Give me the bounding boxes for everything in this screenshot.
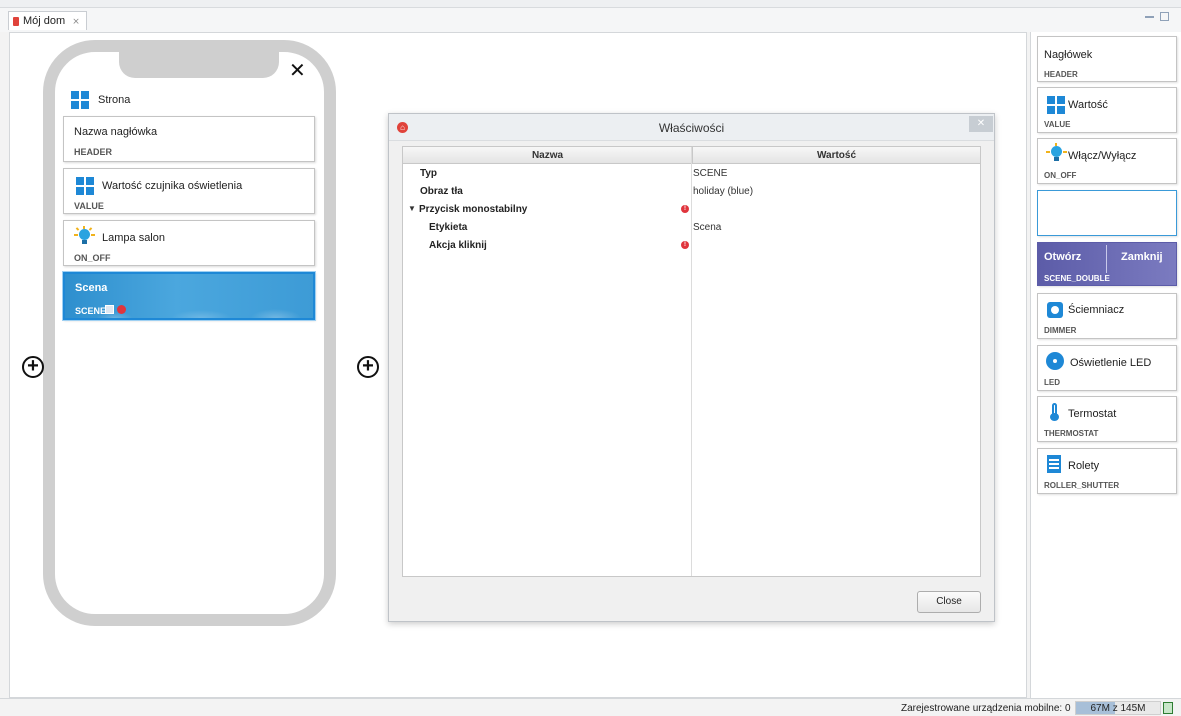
palette-item-value[interactable]: Wartość VALUE	[1037, 87, 1177, 133]
column-header-value[interactable]: Wartość	[692, 147, 980, 164]
memory-text: 67M z 145M	[1090, 703, 1146, 714]
status-bar: Zarejestrowane urządzenia mobilne: 0 67M…	[0, 698, 1181, 716]
palette-item-type: VALUE	[1044, 120, 1071, 129]
editor-tab[interactable]: Mój dom ⨯	[8, 11, 87, 30]
palette-item-title-right: Zamknij	[1121, 251, 1163, 263]
led-icon	[1046, 352, 1064, 370]
tiles-icon	[1047, 96, 1065, 114]
add-left-icon[interactable]: +	[22, 356, 44, 378]
thermometer-icon	[1050, 403, 1059, 421]
dialog-close-icon[interactable]: ✕	[969, 116, 993, 132]
error-icon: !	[681, 205, 689, 213]
widget-title: Wartość czujnika oświetlenia	[102, 180, 243, 192]
dialog-title: Właściwości	[658, 121, 725, 135]
palette-item-type: ROLLER_SHUTTER	[1044, 481, 1120, 490]
property-name: Typ	[420, 168, 438, 179]
palette-item-type: LED	[1044, 378, 1060, 387]
close-button[interactable]: Close	[917, 591, 981, 613]
palette-item-scene[interactable]: Scena SCENE	[1037, 190, 1177, 236]
phone-widget-header[interactable]: Nazwa nagłówka HEADER	[63, 116, 315, 162]
bulb-icon	[74, 226, 95, 246]
properties-dialog: ⌂ Właściwości ✕ Nazwa Wartość Typ SCENE …	[388, 113, 995, 622]
column-header-name[interactable]: Nazwa	[403, 147, 692, 164]
palette-item-title-left: Otwórz	[1044, 251, 1082, 263]
property-row[interactable]: ▼ Przycisk monostabilny !	[403, 201, 980, 219]
phone-mockup: ✕ Strona Nazwa nagłówka HEADER Wartość c…	[43, 40, 336, 626]
property-name: Obraz tła	[420, 186, 463, 197]
palette-item-type: THERMOSTAT	[1044, 429, 1099, 438]
error-icon: !	[681, 241, 689, 249]
palette-item-title: Wartość	[1068, 99, 1108, 111]
palette-item-led[interactable]: Oświetlenie LED LED	[1037, 345, 1177, 391]
palette-item-title: Włącz/Wyłącz	[1068, 150, 1137, 162]
palette-item-title: Scena	[1044, 199, 1077, 211]
palette-item-title: Nagłówek	[1044, 49, 1093, 61]
dialog-title-bar[interactable]: ⌂ Właściwości ✕	[389, 114, 994, 141]
widget-type: ON_OFF	[74, 253, 111, 263]
phone-file-icon	[13, 16, 19, 26]
roller-shutter-icon	[1047, 455, 1061, 473]
palette-item-type: ON_OFF	[1044, 171, 1077, 180]
window-controls	[1145, 12, 1169, 21]
widget-type: SCENE	[75, 306, 107, 316]
palette-item-dimmer[interactable]: Ściemniacz DIMMER	[1037, 293, 1177, 339]
tiles-icon	[71, 91, 89, 109]
widget-palette: Nagłówek HEADER Wartość VALUE Włącz/Wyłą…	[1030, 32, 1181, 698]
palette-item-title: Oświetlenie LED	[1070, 357, 1152, 369]
editor-tab-strip: Mój dom ⨯	[0, 0, 1181, 32]
phone-notch	[119, 50, 279, 78]
palette-item-header[interactable]: Nagłówek HEADER	[1037, 36, 1177, 82]
palette-item-on-off[interactable]: Włącz/Wyłącz ON_OFF	[1037, 138, 1177, 184]
edit-icon[interactable]	[105, 305, 114, 314]
property-value[interactable]: holiday (blue)	[693, 186, 753, 197]
editor-tab-label: Mój dom	[23, 15, 66, 27]
palette-item-scene-double[interactable]: Otwórz Zamknij SCENE_DOUBLE	[1037, 242, 1177, 286]
property-name: Przycisk monostabilny	[419, 204, 528, 215]
registered-devices-status: Zarejestrowane urządzenia mobilne: 0	[901, 703, 1071, 714]
palette-item-title: Ściemniacz	[1068, 304, 1125, 316]
phone-widget-scene[interactable]: Scena SCENE	[62, 271, 316, 321]
palette-item-roller-shutter[interactable]: Rolety ROLLER_SHUTTER	[1037, 448, 1177, 494]
property-row[interactable]: Obraz tła holiday (blue)	[403, 183, 980, 201]
widget-title: Nazwa nagłówka	[74, 126, 158, 138]
properties-table: Nazwa Wartość Typ SCENE Obraz tła holida…	[402, 146, 981, 577]
widget-title: Scena	[75, 282, 108, 294]
error-icon	[117, 305, 126, 314]
scene-double-divider	[1106, 245, 1107, 273]
property-name: Etykieta	[429, 222, 468, 233]
minimize-icon[interactable]	[1145, 12, 1154, 18]
memory-indicator[interactable]: 67M z 145M	[1075, 701, 1161, 715]
page-label: Strona	[98, 94, 131, 106]
phone-close-icon[interactable]: ✕	[289, 58, 306, 83]
add-right-icon[interactable]: +	[357, 356, 379, 378]
palette-item-title: Rolety	[1068, 460, 1100, 472]
palette-item-type: SCENE	[1044, 222, 1072, 231]
phone-widget-value[interactable]: Wartość czujnika oświetlenia VALUE	[63, 168, 315, 214]
property-row[interactable]: Akcja kliknij !	[403, 237, 980, 255]
tab-close-icon[interactable]: ⨯	[72, 16, 80, 27]
property-name: Akcja kliknij	[429, 240, 487, 251]
palette-item-thermostat[interactable]: Termostat THERMOSTAT	[1037, 396, 1177, 442]
property-row[interactable]: Typ SCENE	[403, 165, 980, 183]
palette-item-title: Termostat	[1068, 408, 1117, 420]
property-value[interactable]: SCENE	[693, 168, 727, 179]
maximize-icon[interactable]	[1160, 12, 1169, 21]
widget-title: Lampa salon	[102, 232, 165, 244]
widget-type: HEADER	[74, 147, 113, 157]
property-value[interactable]: Scena	[693, 222, 721, 233]
palette-item-type: DIMMER	[1044, 326, 1077, 335]
tiles-icon	[76, 177, 94, 195]
dimmer-icon	[1047, 302, 1063, 318]
phone-widget-on-off[interactable]: Lampa salon ON_OFF	[63, 220, 315, 266]
expand-toggle-icon[interactable]: ▼	[408, 204, 416, 213]
palette-item-type: SCENE_DOUBLE	[1044, 274, 1110, 283]
bulb-icon	[1046, 143, 1067, 163]
window-top-border	[0, 0, 1181, 8]
palette-item-type: HEADER	[1044, 70, 1078, 79]
property-row[interactable]: Etykieta Scena	[403, 219, 980, 237]
page-item[interactable]: Strona	[71, 90, 271, 110]
garbage-collect-icon[interactable]	[1163, 702, 1173, 714]
widget-type: VALUE	[74, 201, 104, 211]
